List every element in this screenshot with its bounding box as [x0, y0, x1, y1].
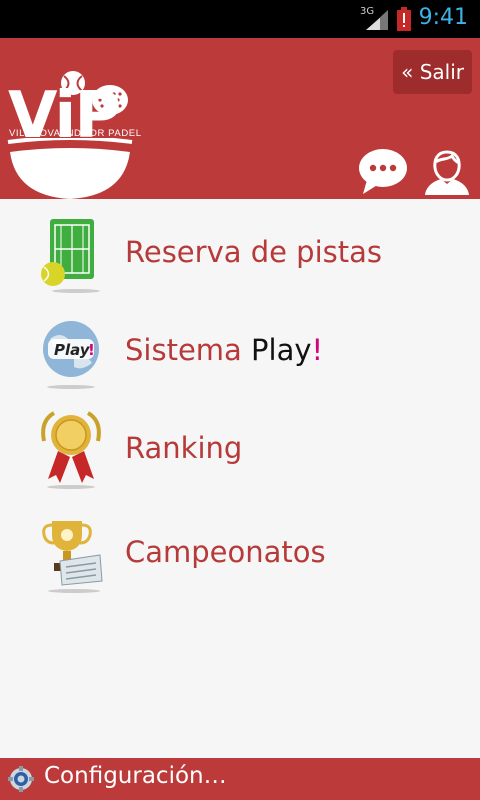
config-label: Configuración… [44, 763, 227, 789]
svg-text:Play: Play [54, 341, 91, 359]
status-bar: 3G 9:41 [0, 0, 480, 38]
app-header: ViP VILANOVA INDOOR PADEL « Salir [0, 38, 480, 199]
menu-item-campeonatos[interactable]: Campeonatos [0, 503, 480, 599]
play-globe-icon: Play ! [43, 321, 99, 389]
logout-button[interactable]: « Salir [393, 50, 472, 94]
signal-icon [366, 10, 388, 30]
label-play: Play [251, 333, 312, 367]
chat-icon[interactable] [357, 148, 409, 194]
user-profile-icon[interactable] [422, 148, 472, 196]
config-bar[interactable]: Configuración… [0, 758, 480, 800]
clock: 9:41 [418, 5, 468, 30]
menu-item-ranking[interactable]: Ranking [0, 399, 480, 495]
label-sistema: Sistema [125, 333, 252, 367]
medal-icon [41, 411, 101, 489]
menu-label-sistema-play: Sistema Play! [125, 333, 323, 367]
gear-icon [8, 766, 34, 792]
label-exclamation: ! [311, 333, 324, 367]
menu-item-sistema-play[interactable]: Play ! Sistema Play! [0, 303, 480, 399]
trophy-icon [42, 521, 103, 593]
svg-text:!: ! [88, 341, 95, 359]
menu-label-ranking: Ranking [125, 431, 243, 465]
menu-item-reserva[interactable]: Reserva de pistas [0, 209, 480, 305]
logo-arc [7, 138, 133, 199]
menu-label-reserva: Reserva de pistas [125, 235, 383, 269]
tennis-court-icon [41, 219, 100, 293]
menu-label-campeonatos: Campeonatos [125, 535, 326, 569]
battery-alert-icon [397, 7, 411, 31]
